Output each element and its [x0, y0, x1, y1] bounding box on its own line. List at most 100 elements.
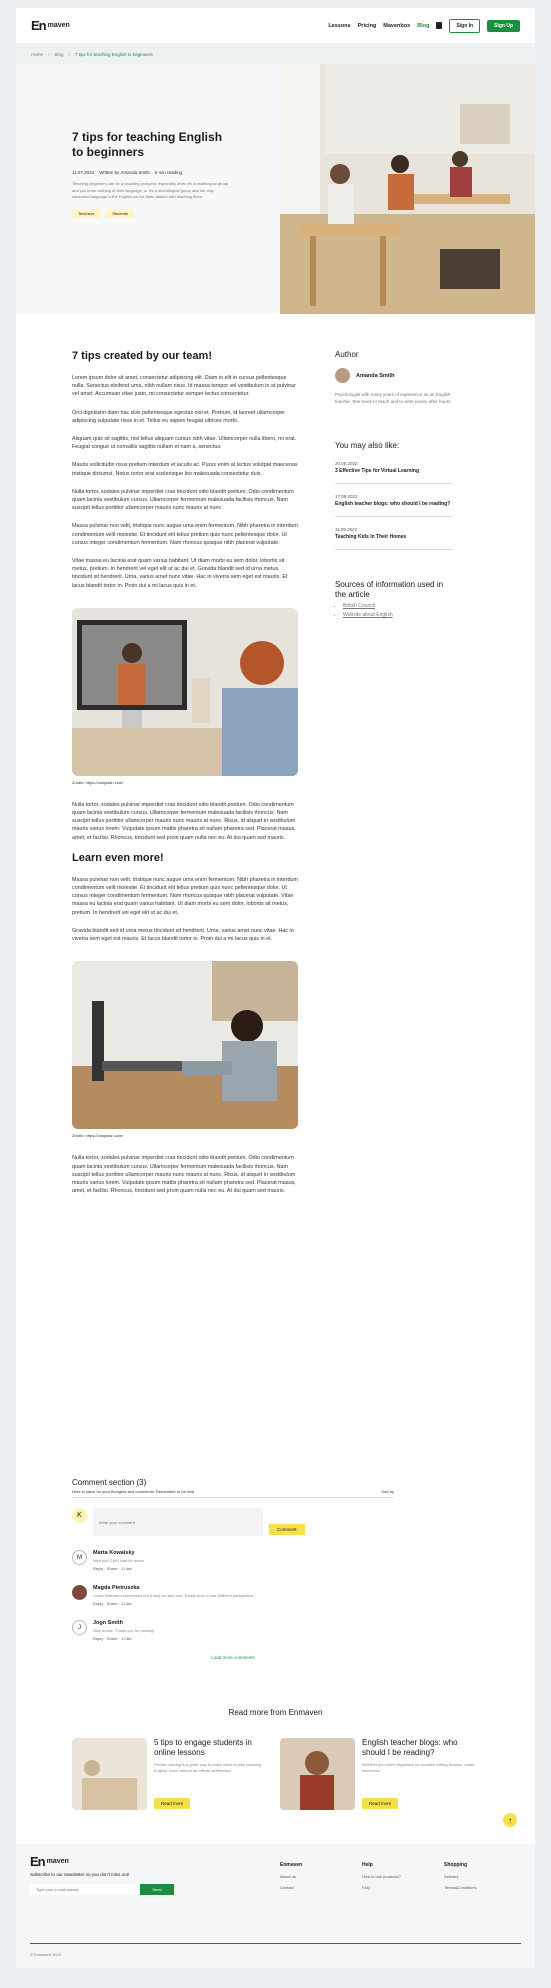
paragraph: Orci dignissim diam hac duis pellentesqu…: [72, 409, 286, 424]
comment-author: Jogn Smith: [93, 1620, 123, 1626]
post-date: 11.07.2022: [72, 170, 95, 175]
article-image-2: [72, 961, 298, 1130]
send-button[interactable]: Send: [140, 1884, 174, 1895]
comments-subtitle: Here is place for your thoughts and comm…: [72, 1489, 196, 1494]
footer-link[interactable]: How to use products?: [362, 1874, 401, 1879]
footer-logo[interactable]: En maven: [30, 1854, 69, 1869]
avatar: M: [72, 1550, 87, 1565]
read-time: 6 min reading: [154, 170, 183, 175]
nav-lessons[interactable]: Lessons: [328, 23, 350, 29]
sign-up-button[interactable]: Sign Up: [487, 19, 520, 32]
comment-actions[interactable]: Reply · Share · 1 Like: [93, 1636, 155, 1641]
footer-heading: Help: [362, 1862, 373, 1868]
author-name[interactable]: Amanda Smith: [356, 373, 395, 379]
crumb-current: 7 tips for teaching English to beginners: [75, 51, 153, 57]
comment-item: M Marta Kowalsky Nice job! Can't wait for …: [72, 1550, 394, 1571]
logo-word: maven: [47, 22, 70, 29]
paragraph: Lorem ipsum dolor sit amet, consectetur …: [72, 375, 296, 398]
nav-blog[interactable]: Blog: [417, 23, 429, 29]
sign-in-button[interactable]: Sign In: [449, 18, 481, 33]
breadcrumb: Home › Blog › 7 tips for teaching English …: [16, 44, 535, 64]
chevron-right-icon: ›: [48, 51, 50, 57]
sort-dropdown[interactable]: Sort by: [381, 1489, 394, 1494]
post-card-title[interactable]: English teacher blogs: who should I be r…: [362, 1738, 482, 1758]
post-card-desc: Private tutoring is a great way to make …: [154, 1762, 262, 1773]
logo[interactable]: En maven: [31, 18, 70, 33]
hero: 7 tips for teaching English to beginners…: [16, 64, 535, 314]
image-caption: Zródło: https://unsplash.com/: [72, 1133, 124, 1139]
read-more-heading: Read more from Enmaven: [228, 1708, 323, 1717]
avatar: [72, 1585, 87, 1600]
crumb-home[interactable]: Home: [31, 52, 43, 57]
footer-link[interactable]: About us: [280, 1874, 302, 1879]
comment-input[interactable]: [93, 1508, 263, 1536]
section-heading: Learn even more!: [72, 851, 164, 864]
author-avatar: [335, 368, 350, 383]
comment-button[interactable]: Comment: [269, 1523, 305, 1535]
comment-item: Magda Pietruszka I have different experie…: [72, 1585, 394, 1606]
nav-mavenbox[interactable]: Mavenbox: [383, 23, 410, 29]
article-image-1: [72, 607, 298, 776]
comment-text: I have different experiences but it may …: [93, 1593, 255, 1598]
post-card-image: [72, 1738, 147, 1810]
sources-heading: Sources of information used in the artic…: [335, 580, 444, 599]
related-date: 20.08.2022: [335, 461, 358, 466]
newsletter-text: Subscribe to our newsletter so you don't…: [30, 1872, 130, 1877]
paragraph: Massa pulvinar non velit, tristique nunc…: [72, 523, 298, 546]
source-link[interactable]: British Council: [343, 603, 453, 609]
paragraph: Nulla tortor, sodales pulvinar imperdiet…: [72, 801, 296, 841]
footer-column: Shopping Delivery Terms&Conditions: [444, 1862, 476, 1896]
read-more-button[interactable]: Read more: [154, 1798, 191, 1809]
footer-column: Help How to use products? FAQ: [362, 1862, 401, 1896]
comment-actions[interactable]: Reply · Share · 1 Like: [93, 1566, 144, 1571]
hero-description: Teaching beginners can be a daunting pro…: [72, 181, 229, 199]
read-more-button[interactable]: Read more: [362, 1798, 399, 1809]
paragraph: Gravida blandit sed id urna metus tincid…: [72, 927, 294, 943]
crumb-blog[interactable]: Blog: [55, 52, 64, 57]
post-card: English teacher blogs: who should I be r…: [280, 1738, 490, 1810]
comment-text: Nice article. Thank you for posting!: [93, 1628, 155, 1633]
user-avatar: K: [72, 1508, 87, 1523]
paragraph: Nulla tortor, sodales pulvinar imperdiet…: [72, 488, 294, 512]
related-title: English teacher blogs: who should I be r…: [335, 501, 451, 507]
comment-text: Nice job! Can't wait for more!: [93, 1558, 145, 1563]
post-card-title[interactable]: 5 tips to engage students in online less…: [154, 1738, 274, 1758]
scroll-top-icon[interactable]: ↑: [503, 1813, 517, 1827]
source-link[interactable]: Website about English: [343, 612, 453, 618]
footer-heading: Enmaven: [280, 1862, 303, 1868]
footer-link[interactable]: Contact: [280, 1885, 302, 1890]
logo-mark: En: [31, 18, 47, 33]
divider: [30, 1943, 521, 1944]
paragraph: Mauris sollicitudin risus pretium interd…: [72, 462, 298, 477]
comment-actions[interactable]: Reply · Share · 1 Like: [93, 1601, 255, 1606]
footer-column: Enmaven About us Contact: [280, 1862, 302, 1896]
avatar: J: [72, 1620, 87, 1635]
image-caption: Zródło: https://unsplash.com/: [72, 779, 124, 785]
cart-icon[interactable]: [436, 22, 443, 29]
paragraph: Vitae massa eu lacinia erat quam varius …: [72, 558, 288, 589]
author-heading: Author: [335, 350, 359, 359]
newsletter-email-input[interactable]: [30, 1884, 140, 1895]
related-post[interactable]: 11.08.2022 Teaching Kids In Their Homes: [335, 519, 453, 550]
related-title: Teaching Kids In Their Homes: [335, 534, 407, 540]
related-title: 3 Effective Tips for Virtual Learning: [335, 468, 420, 474]
related-heading: You may also like:: [335, 441, 400, 450]
footer-link[interactable]: FAQ: [362, 1885, 401, 1890]
copyright: © Enmaven 2022: [30, 1952, 61, 1957]
related-post[interactable]: 20.08.2022 3 Effective Tips for Virtual L…: [335, 453, 453, 484]
paragraph: Aliquam quis sit sagittis, nisl tellus a…: [72, 436, 297, 451]
footer: En maven Subscribe to our newsletter so y…: [16, 1844, 535, 1968]
related-post[interactable]: 17.08.2022 English teacher blogs: who sho…: [335, 486, 453, 517]
logo-mark: En: [30, 1854, 46, 1869]
footer-link[interactable]: Delivery: [444, 1874, 476, 1879]
logo-word: maven: [46, 1858, 69, 1865]
author-bio: Psychologist with many years of experien…: [335, 392, 451, 404]
load-more-comments[interactable]: Load more comments: [72, 1655, 394, 1660]
nav-pricing[interactable]: Pricing: [358, 23, 377, 29]
post-author: Written by Amanda Smith: [99, 170, 150, 175]
comment-item: J Jogn Smith Nice article. Thank you for p…: [72, 1620, 394, 1641]
tag-teachers[interactable]: Teachers: [72, 208, 101, 218]
article-body: 7 tips created by our team! Lorem ipsum …: [72, 350, 298, 1205]
footer-link[interactable]: Terms&Conditions: [444, 1885, 476, 1890]
tag-students[interactable]: Students: [106, 208, 135, 218]
